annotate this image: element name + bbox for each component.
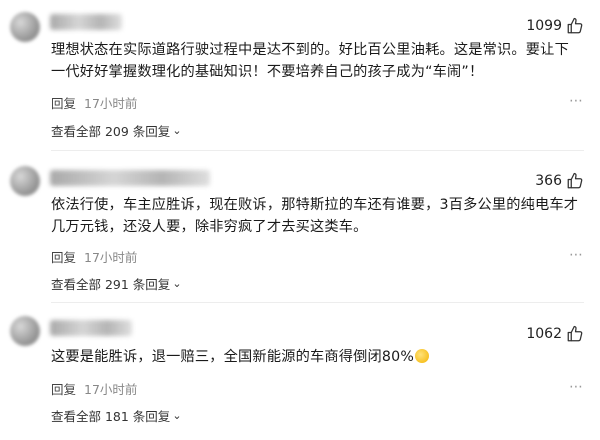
reply-button[interactable]: 回复 (51, 379, 76, 398)
thumbs-up-icon (567, 325, 583, 342)
laughing-emoji-icon (415, 349, 430, 363)
comment-text: 理想状态在实际道路行驶过程中是达不到的。好比百公里油耗。这是常识。要让下一代好好… (51, 42, 569, 80)
timestamp: 17小时前 (84, 250, 138, 265)
comment-text: 这要是能胜诉，退一赔三，全国新能源的车商得倒闭80% (51, 346, 581, 368)
like-button[interactable]: 1062 (526, 325, 584, 343)
avatar[interactable] (10, 166, 40, 196)
timestamp: 17小时前 (84, 96, 138, 111)
like-button[interactable]: 1099 (526, 17, 584, 35)
timestamp: 17小时前 (84, 382, 138, 397)
comment-meta: 回复 17小时前 (51, 93, 137, 112)
thumbs-up-icon (567, 17, 583, 34)
view-all-replies-link[interactable]: 查看全部 181 条回复 ⌄ (51, 406, 182, 425)
avatar[interactable] (10, 12, 40, 42)
divider (51, 302, 584, 303)
reply-button[interactable]: 回复 (51, 93, 76, 112)
like-count: 1099 (526, 18, 562, 34)
thumbs-up-icon (567, 172, 583, 189)
chevron-down-icon: ⌄ (172, 277, 182, 290)
view-all-replies-link[interactable]: 查看全部 209 条回复 ⌄ (51, 121, 182, 140)
like-count: 366 (535, 173, 562, 189)
like-count: 1062 (526, 326, 562, 342)
chevron-down-icon: ⌄ (172, 124, 182, 137)
more-dots-icon[interactable]: ⋯ (568, 379, 584, 395)
comment-meta: 回复 17小时前 (51, 247, 137, 266)
view-all-replies-link[interactable]: 查看全部 291 条回复 ⌄ (51, 274, 182, 293)
comment-meta: 回复 17小时前 (51, 379, 137, 398)
view-all-label: 查看全部 291 条回复 (51, 277, 171, 292)
username-blurred[interactable] (50, 170, 210, 186)
more-dots-icon[interactable]: ⋯ (568, 247, 584, 263)
comment-text: 依法行使，车主应胜诉，现在败诉，那特斯拉的车还有谁要，3百多公里的纯电车才几万元… (51, 197, 579, 235)
view-all-label: 查看全部 209 条回复 (51, 124, 171, 139)
comment-text-body: 这要是能胜诉，退一赔三，全国新能源的车商得倒闭80% (51, 349, 415, 365)
divider (51, 150, 584, 151)
username-blurred[interactable] (50, 320, 132, 336)
avatar[interactable] (10, 316, 40, 346)
like-button[interactable]: 366 (535, 172, 584, 190)
view-all-label: 查看全部 181 条回复 (51, 409, 171, 424)
chevron-down-icon: ⌄ (172, 409, 182, 422)
username-blurred[interactable] (50, 14, 122, 30)
reply-button[interactable]: 回复 (51, 247, 76, 266)
more-dots-icon[interactable]: ⋯ (568, 93, 584, 109)
